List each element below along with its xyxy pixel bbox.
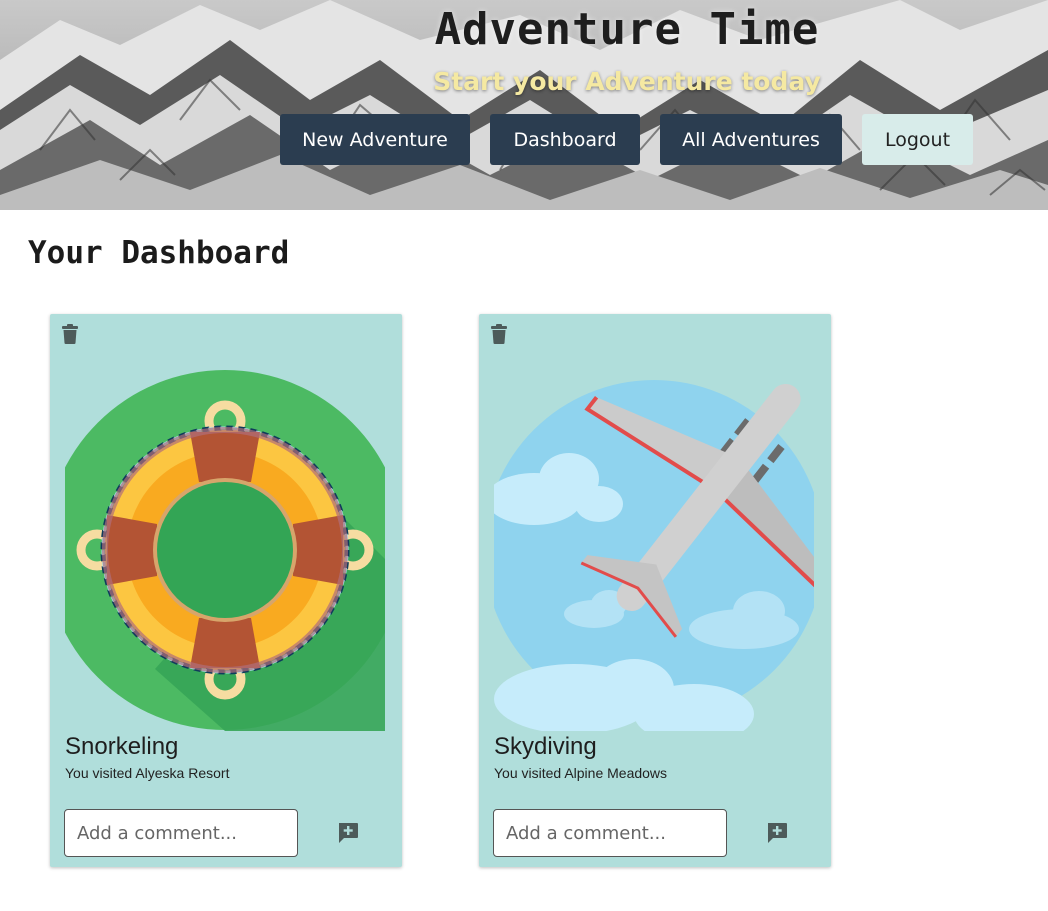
comment-input[interactable] [64,809,298,857]
airplane-icon [494,380,814,731]
all-adventures-button[interactable]: All Adventures [660,114,842,165]
add-comment-icon[interactable] [766,822,788,844]
new-adventure-button[interactable]: New Adventure [280,114,470,165]
dashboard-button[interactable]: Dashboard [490,114,640,165]
life-ring-icon [65,370,385,731]
header-banner: Adventure Time Start your Adventure toda… [0,0,1048,210]
card-title: Snorkeling [65,733,179,760]
site-title: Adventure Time [434,4,820,55]
add-comment-icon[interactable] [337,822,359,844]
card-title: Skydiving [494,733,597,760]
site-tagline: Start your Adventure today [433,67,821,96]
trash-icon[interactable] [490,324,508,344]
comment-input[interactable] [493,809,727,857]
logout-button[interactable]: Logout [862,114,973,165]
card-location: You visited Alyeska Resort [65,765,230,781]
adventure-card: Snorkeling You visited Alyeska Resort [50,314,402,867]
trash-icon[interactable] [61,324,79,344]
card-location: You visited Alpine Meadows [494,765,668,781]
adventure-card: Skydiving You visited Alpine Meadows [479,314,831,867]
page-title: Your Dashboard [28,235,290,271]
